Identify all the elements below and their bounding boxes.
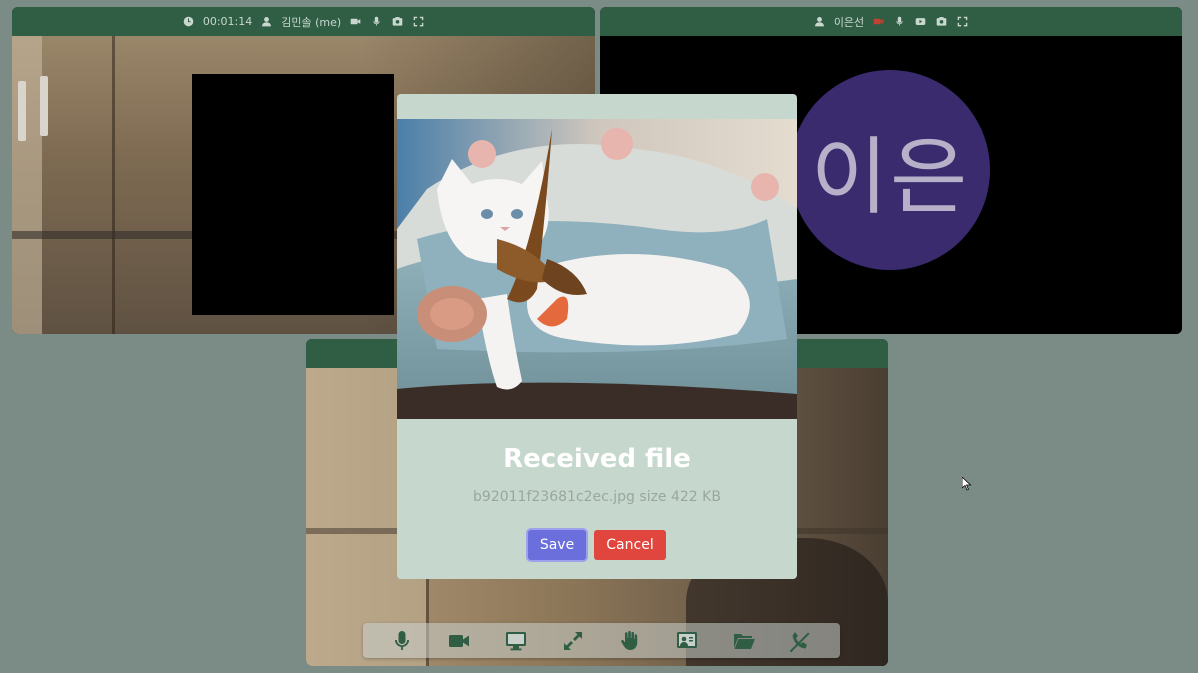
fullscreen-icon[interactable] [412, 15, 425, 28]
mic-icon[interactable] [370, 15, 383, 28]
call-timer: 00:01:14 [202, 15, 253, 28]
save-button[interactable]: Save [528, 530, 586, 560]
hand-icon [621, 630, 638, 650]
received-file-modal: Received file b92011f23681c2ec.jpg size … [397, 94, 797, 579]
photo-icon[interactable] [391, 15, 404, 28]
mic-icon [394, 630, 409, 650]
tile-header-local: 00:01:14 김민솔 (me) [12, 7, 595, 36]
mic-button[interactable] [386, 627, 418, 655]
youtube-icon[interactable] [914, 15, 927, 28]
whiteboard-icon [677, 631, 698, 648]
user-icon [813, 15, 826, 28]
file-share-button[interactable] [728, 627, 760, 655]
fullscreen-icon[interactable] [956, 15, 969, 28]
participant-name: 이은선 [833, 15, 865, 29]
participant-avatar: 이은 [790, 70, 990, 270]
video-button[interactable] [443, 627, 475, 655]
raise-hand-button[interactable] [614, 627, 646, 655]
received-image-preview [397, 119, 797, 419]
cabinet-handle [18, 81, 26, 141]
camera-icon[interactable] [349, 15, 362, 28]
cat-photo-icon [397, 119, 797, 419]
whiteboard-button[interactable] [671, 627, 703, 655]
cancel-button[interactable]: Cancel [594, 530, 666, 560]
monitor-icon [505, 631, 526, 650]
cabinet-handle [40, 76, 48, 136]
camera-off-icon [872, 15, 885, 28]
leave-call-button[interactable] [785, 627, 817, 655]
user-icon [260, 15, 273, 28]
fullscreen-button[interactable] [557, 627, 589, 655]
phone-off-icon [790, 631, 810, 652]
file-info: b92011f23681c2ec.jpg size 422 KB [473, 489, 721, 505]
mic-icon [893, 15, 906, 28]
video-mask-block [192, 74, 394, 315]
photo-icon[interactable] [935, 15, 948, 28]
video-icon [448, 634, 469, 647]
tile-header-remote-1: 이은선 [600, 7, 1182, 36]
screen-share-button[interactable] [500, 627, 532, 655]
participant-name: 김민솔 (me) [281, 15, 342, 29]
call-toolbar [363, 623, 840, 658]
clock-icon [182, 15, 195, 28]
modal-title: Received file [503, 444, 691, 474]
folder-icon [734, 633, 756, 649]
expand-icon [563, 631, 582, 650]
